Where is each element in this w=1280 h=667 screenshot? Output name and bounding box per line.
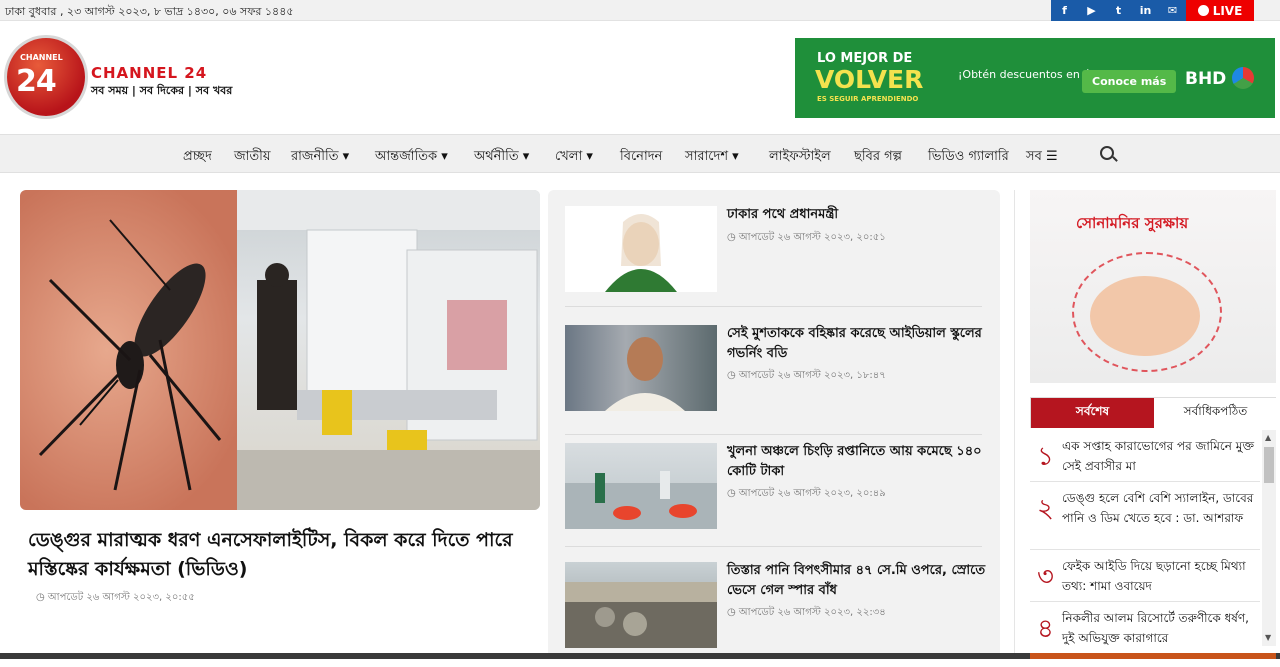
scroll-thumb[interactable] <box>1264 447 1274 483</box>
nav-item-video-gallery[interactable]: ভিডিও গ্যালারি <box>928 147 1009 168</box>
mosquito-illustration <box>38 219 222 491</box>
story-title[interactable]: ঢাকার পথে প্রধানমন্ত্রী <box>727 205 997 225</box>
nav-item-national[interactable]: জাতীয় <box>234 147 271 168</box>
news-tabs: সর্বশেষ সর্বাধিকপঠিত <box>1030 397 1277 428</box>
channel24-logo[interactable]: CHANNEL 24 <box>7 38 85 116</box>
facebook-icon[interactable]: f <box>1051 0 1078 21</box>
item-title[interactable]: এক সপ্তাহ কারাভোগের পর জামিনে মুক্ত সেই … <box>1062 436 1258 476</box>
item-title[interactable]: ডেঙ্গু হলে বেশি বেশি স্যালাইন, ডাবের পান… <box>1062 488 1258 528</box>
bottom-accent <box>1030 653 1276 659</box>
clock-icon: ◷ <box>36 592 48 603</box>
nav-item-home[interactable]: প্রচ্ছদ <box>183 147 212 168</box>
top-bar: ঢাকা বুধবার , ২৩ আগস্ট ২০২৩, ৮ ভাদ্র ১৪৩… <box>0 0 1280 21</box>
story-title[interactable]: সেই মুশতাককে বহিষ্কার করেছে আইডিয়াল স্ক… <box>727 324 997 364</box>
ad-brand: BHD <box>1185 69 1227 89</box>
nav-item-politics[interactable]: রাজনীতি ▾ <box>291 147 349 168</box>
nav-item-all-menu[interactable]: সব ☰ <box>1026 147 1058 168</box>
logo-tagline: সব সময় | সব দিকের | সব খবর <box>91 84 233 97</box>
nav-item-sports[interactable]: খেলা ▾ <box>555 147 593 168</box>
mosquito-image <box>20 190 237 510</box>
email-icon[interactable]: ✉ <box>1159 0 1186 21</box>
story-title[interactable]: খুলনা অঞ্চলে চিংড়ি রপ্তানিতে আয় কমেছে … <box>727 442 997 482</box>
sidebar-ad-title: সোনামনির সুরক্ষায় <box>1076 214 1189 232</box>
story-timestamp: ◷ আপডেট ২৬ আগস্ট ২০২৩, ২২:৩৪ <box>727 607 886 618</box>
list-item[interactable]: তিস্তার পানি বিপৎসীমার ৪৭ সে.মি ওপরে, স্… <box>565 562 985 667</box>
social-links: f ▶ t in ✉ LIVE <box>1051 0 1254 21</box>
divider <box>565 306 982 307</box>
shrimp-processing-photo <box>565 471 717 529</box>
column-divider <box>1014 190 1015 659</box>
story-timestamp: ◷ আপডেট ২৬ আগস্ট ২০২৩, ২০:৪৯ <box>727 488 886 499</box>
main-nav: প্রচ্ছদ জাতীয় রাজনীতি ▾ আন্তর্জাতিক ▾ অ… <box>0 134 1280 173</box>
item-number: ৩ <box>1037 562 1054 592</box>
divider <box>565 434 982 435</box>
nav-item-lifestyle[interactable]: লাইফস্টাইল <box>769 147 831 168</box>
hero-time-text: আপডেট ২৬ আগস্ট ২০২৩, ২০:৫৫ <box>47 592 195 603</box>
banner-ad[interactable]: LO MEJOR DE VOLVER ES SEGUIR APRENDIENDO… <box>795 38 1275 118</box>
live-button[interactable]: LIVE <box>1186 0 1254 21</box>
scroll-up-icon[interactable]: ▲ <box>1265 433 1271 442</box>
nav-item-photo-story[interactable]: ছবির গল্প <box>854 147 902 168</box>
divider <box>565 546 982 547</box>
search-icon[interactable] <box>1100 146 1114 160</box>
story-title[interactable]: তিস্তার পানি বিপৎসীমার ৪৭ সে.মি ওপরে, স্… <box>727 561 997 601</box>
story-thumbnail[interactable] <box>565 562 717 648</box>
baby-image <box>1090 276 1200 356</box>
story-thumbnail[interactable] <box>565 206 717 292</box>
item-title[interactable]: ফেইক আইডি দিয়ে ছড়ানো হচ্ছে মিথ্যা তথ্য… <box>1062 556 1258 596</box>
nav-item-country[interactable]: সারাদেশ ▾ <box>685 147 739 168</box>
tab-latest[interactable]: সর্বশেষ <box>1031 398 1154 428</box>
list-item[interactable]: ৪ নিকলীর আলম রিসোর্টে তরুণীকে ধর্ষণ, দুই… <box>1030 602 1260 646</box>
date-line: ঢাকা বুধবার , ২৩ আগস্ট ২০২৩, ৮ ভাদ্র ১৪৩… <box>5 5 294 18</box>
list-item[interactable]: ২ ডেঙ্গু হলে বেশি বেশি স্যালাইন, ডাবের প… <box>1030 482 1260 550</box>
youtube-icon[interactable]: ▶ <box>1078 0 1105 21</box>
list-item[interactable]: ৩ ফেইক আইডি দিয়ে ছড়ানো হচ্ছে মিথ্যা তথ… <box>1030 550 1260 602</box>
item-number: ২ <box>1037 494 1054 524</box>
story-thumbnail[interactable] <box>565 443 717 529</box>
story-timestamp: ◷ আপডেট ২৬ আগস্ট ২০২৩, ২০:৫১ <box>727 232 886 243</box>
nav-item-entertainment[interactable]: বিনোদন <box>620 147 662 168</box>
hospital-ward-illustration <box>237 190 540 510</box>
sidebar-ad[interactable]: সোনামনির সুরক্ষায় <box>1030 190 1276 383</box>
live-dot-icon <box>1197 5 1209 16</box>
logo-name[interactable]: CHANNEL 24 <box>91 64 207 82</box>
ad-line1: LO MEJOR DE <box>817 51 913 66</box>
scroll-down-icon[interactable]: ▼ <box>1265 633 1271 642</box>
hospital-ward-image <box>237 190 540 510</box>
list-item[interactable]: সেই মুশতাককে বহিষ্কার করেছে আইডিয়াল স্ক… <box>565 325 985 435</box>
hero-timestamp: ◷ আপডেট ২৬ আগস্ট ২০২৩, ২০:৫৫ <box>36 590 195 607</box>
story-timestamp: ◷ আপডেট ২৬ আগস্ট ২০২৩, ১৮:৪৭ <box>727 370 886 381</box>
logo-badge-number: 24 <box>16 64 57 99</box>
item-number: ৪ <box>1037 614 1054 644</box>
story-list: ঢাকার পথে প্রধানমন্ত্রী ◷ আপডেট ২৬ আগস্ট… <box>548 190 1000 659</box>
ad-line2: VOLVER <box>815 65 924 94</box>
person-photo <box>605 337 685 411</box>
ad-line3: ES SEGUIR APRENDIENDO <box>817 95 919 103</box>
latest-scrollbar[interactable]: ▲ ▼ <box>1262 430 1276 646</box>
list-item[interactable]: খুলনা অঞ্চলে চিংড়ি রপ্তানিতে আয় কমেছে … <box>565 443 985 548</box>
hero-image[interactable] <box>20 190 540 510</box>
bottom-strip <box>0 653 1280 659</box>
river-embankment-photo <box>565 582 717 648</box>
latest-news-list: ১ এক সপ্তাহ কারাভোগের পর জামিনে মুক্ত সে… <box>1030 430 1276 646</box>
nav-item-international[interactable]: আন্তর্জাতিক ▾ <box>375 147 448 168</box>
twitter-icon[interactable]: t <box>1105 0 1132 21</box>
logo-badge-small: CHANNEL <box>20 53 63 62</box>
list-item[interactable]: ঢাকার পথে প্রধানমন্ত্রী ◷ আপডেট ২৬ আগস্ট… <box>565 206 985 311</box>
bhd-logo-icon <box>1232 67 1254 89</box>
ad-cta-button[interactable]: Conoce más <box>1082 70 1177 93</box>
item-title[interactable]: নিকলীর আলম রিসোর্টে তরুণীকে ধর্ষণ, দুই অ… <box>1062 608 1258 646</box>
linkedin-icon[interactable]: in <box>1132 0 1159 21</box>
live-label: LIVE <box>1212 3 1243 18</box>
site-header: CHANNEL 24 CHANNEL 24 সব সময় | সব দিকের… <box>0 22 1280 134</box>
hero-headline[interactable]: ডেঙ্গুর মারাত্মক ধরণ এনসেফালাইটিস, বিকল … <box>28 526 528 584</box>
nav-item-economy[interactable]: অর্থনীতি ▾ <box>474 147 529 168</box>
story-thumbnail[interactable] <box>565 325 717 411</box>
item-number: ১ <box>1037 442 1054 472</box>
tab-most-read[interactable]: সর্বাধিকপঠিত <box>1154 398 1277 428</box>
list-item[interactable]: ১ এক সপ্তাহ কারাভোগের পর জামিনে মুক্ত সে… <box>1030 430 1260 482</box>
pm-photo <box>605 214 677 292</box>
